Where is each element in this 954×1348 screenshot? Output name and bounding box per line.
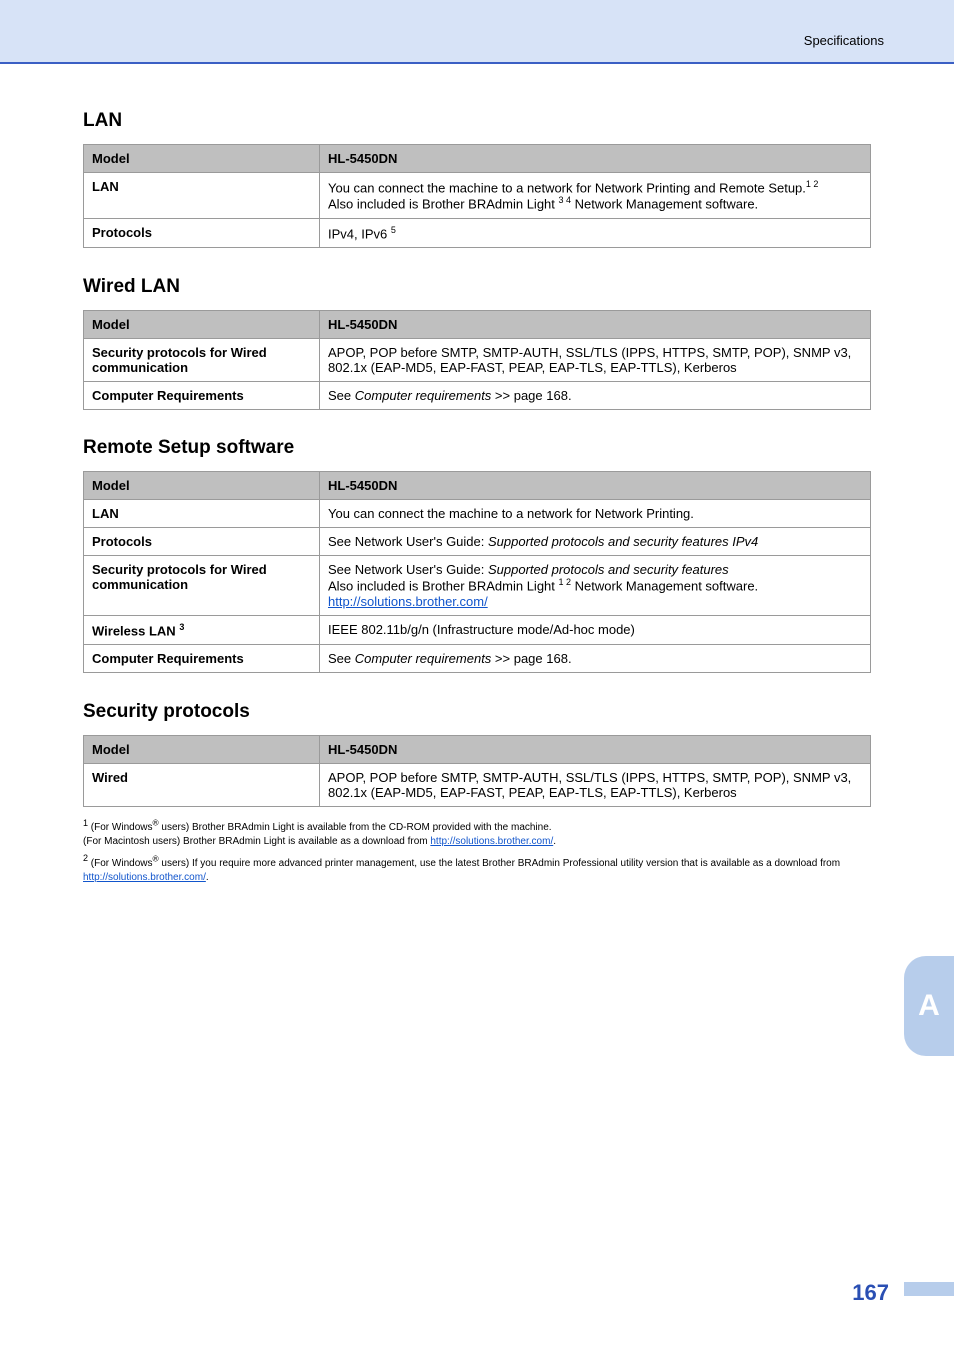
table-row: Security protocols for Wired communicati…	[84, 338, 871, 381]
appendix-tab-label: A	[918, 989, 940, 1023]
table-header-value: HL-5450DN	[320, 145, 871, 173]
table-row: Protocols IPv4, IPv6 5	[84, 218, 871, 247]
header-title: Specifications	[804, 33, 884, 48]
table-header-model: Model	[84, 145, 320, 173]
footnote: 2 (For Windows® users) If you require mo…	[83, 852, 871, 884]
cell-value: See Computer requirements >> page 168.	[320, 381, 871, 409]
appendix-tab[interactable]: A	[904, 956, 954, 1056]
table-header-row: Model HL-5450DN	[84, 472, 871, 500]
table-header-value: HL-5450DN	[320, 736, 871, 764]
table-row: Protocols See Network User's Guide: Supp…	[84, 528, 871, 556]
table-header-value: HL-5450DN	[320, 310, 871, 338]
cell-value: You can connect the machine to a network…	[320, 500, 871, 528]
table-security-protocols: Model HL-5450DN Wired APOP, POP before S…	[83, 735, 871, 807]
table-remote-setup: Model HL-5450DN LAN You can connect the …	[83, 471, 871, 673]
table-row: Computer Requirements See Computer requi…	[84, 645, 871, 673]
footnote-text: (For Windows® users) If you require more…	[83, 858, 840, 883]
section-heading-remote-setup: Remote Setup software	[83, 419, 871, 459]
table-row: Wireless LAN 3 IEEE 802.11b/g/n (Infrast…	[84, 615, 871, 644]
cell-label: Security protocols for Wired communicati…	[84, 556, 320, 615]
cell-value: See Network User's Guide: Supported prot…	[320, 556, 871, 615]
table-row: Computer Requirements See Computer requi…	[84, 381, 871, 409]
table-row: LAN You can connect the machine to a net…	[84, 173, 871, 219]
table-header-model: Model	[84, 310, 320, 338]
cell-value: See Computer requirements >> page 168.	[320, 645, 871, 673]
footnote-text: (For Windows® users) Brother BRAdmin Lig…	[83, 822, 556, 847]
cell-label: Computer Requirements	[84, 645, 320, 673]
section-heading-lan: LAN	[83, 110, 871, 132]
cell-value: APOP, POP before SMTP, SMTP-AUTH, SSL/TL…	[320, 338, 871, 381]
content-area: LAN Model HL-5450DN LAN You can connect …	[83, 110, 871, 885]
cell-label: Computer Requirements	[84, 381, 320, 409]
footnote-link[interactable]: http://solutions.brother.com/	[430, 836, 553, 847]
cell-value: IEEE 802.11b/g/n (Infrastructure mode/Ad…	[320, 615, 871, 644]
footer-bar	[904, 1282, 954, 1296]
cell-label: Wired	[84, 764, 320, 807]
table-header-row: Model HL-5450DN	[84, 310, 871, 338]
section-heading-wired-lan: Wired LAN	[83, 258, 871, 298]
table-row: Wired APOP, POP before SMTP, SMTP-AUTH, …	[84, 764, 871, 807]
header-band: Specifications	[0, 0, 954, 64]
footnote-num: 1	[83, 818, 88, 828]
cell-label: LAN	[84, 173, 320, 219]
footnote: 1 (For Windows® users) Brother BRAdmin L…	[83, 817, 871, 849]
page-number: 167	[852, 1280, 889, 1306]
cell-label: Protocols	[84, 528, 320, 556]
cell-value: IPv4, IPv6 5	[320, 218, 871, 247]
cell-value: You can connect the machine to a network…	[320, 173, 871, 219]
table-header-row: Model HL-5450DN	[84, 736, 871, 764]
table-header-value: HL-5450DN	[320, 472, 871, 500]
footnote-num: 2	[83, 853, 88, 863]
table-row: LAN You can connect the machine to a net…	[84, 500, 871, 528]
table-header-row: Model HL-5450DN	[84, 145, 871, 173]
cell-label: LAN	[84, 500, 320, 528]
section-heading-security-protocols: Security protocols	[83, 683, 871, 723]
table-wired-lan: Model HL-5450DN Security protocols for W…	[83, 310, 871, 410]
table-header-model: Model	[84, 736, 320, 764]
cell-value: See Network User's Guide: Supported prot…	[320, 528, 871, 556]
footnote-link[interactable]: http://solutions.brother.com/	[83, 872, 206, 883]
table-header-model: Model	[84, 472, 320, 500]
cell-value: APOP, POP before SMTP, SMTP-AUTH, SSL/TL…	[320, 764, 871, 807]
cell-label: Wireless LAN 3	[84, 615, 320, 644]
page-root: Specifications LAN Model HL-5450DN LAN Y…	[0, 0, 954, 1348]
link[interactable]: http://solutions.brother.com/	[328, 594, 488, 609]
table-lan: Model HL-5450DN LAN You can connect the …	[83, 144, 871, 248]
cell-label: Protocols	[84, 218, 320, 247]
table-row: Security protocols for Wired communicati…	[84, 556, 871, 615]
cell-label: Security protocols for Wired communicati…	[84, 338, 320, 381]
